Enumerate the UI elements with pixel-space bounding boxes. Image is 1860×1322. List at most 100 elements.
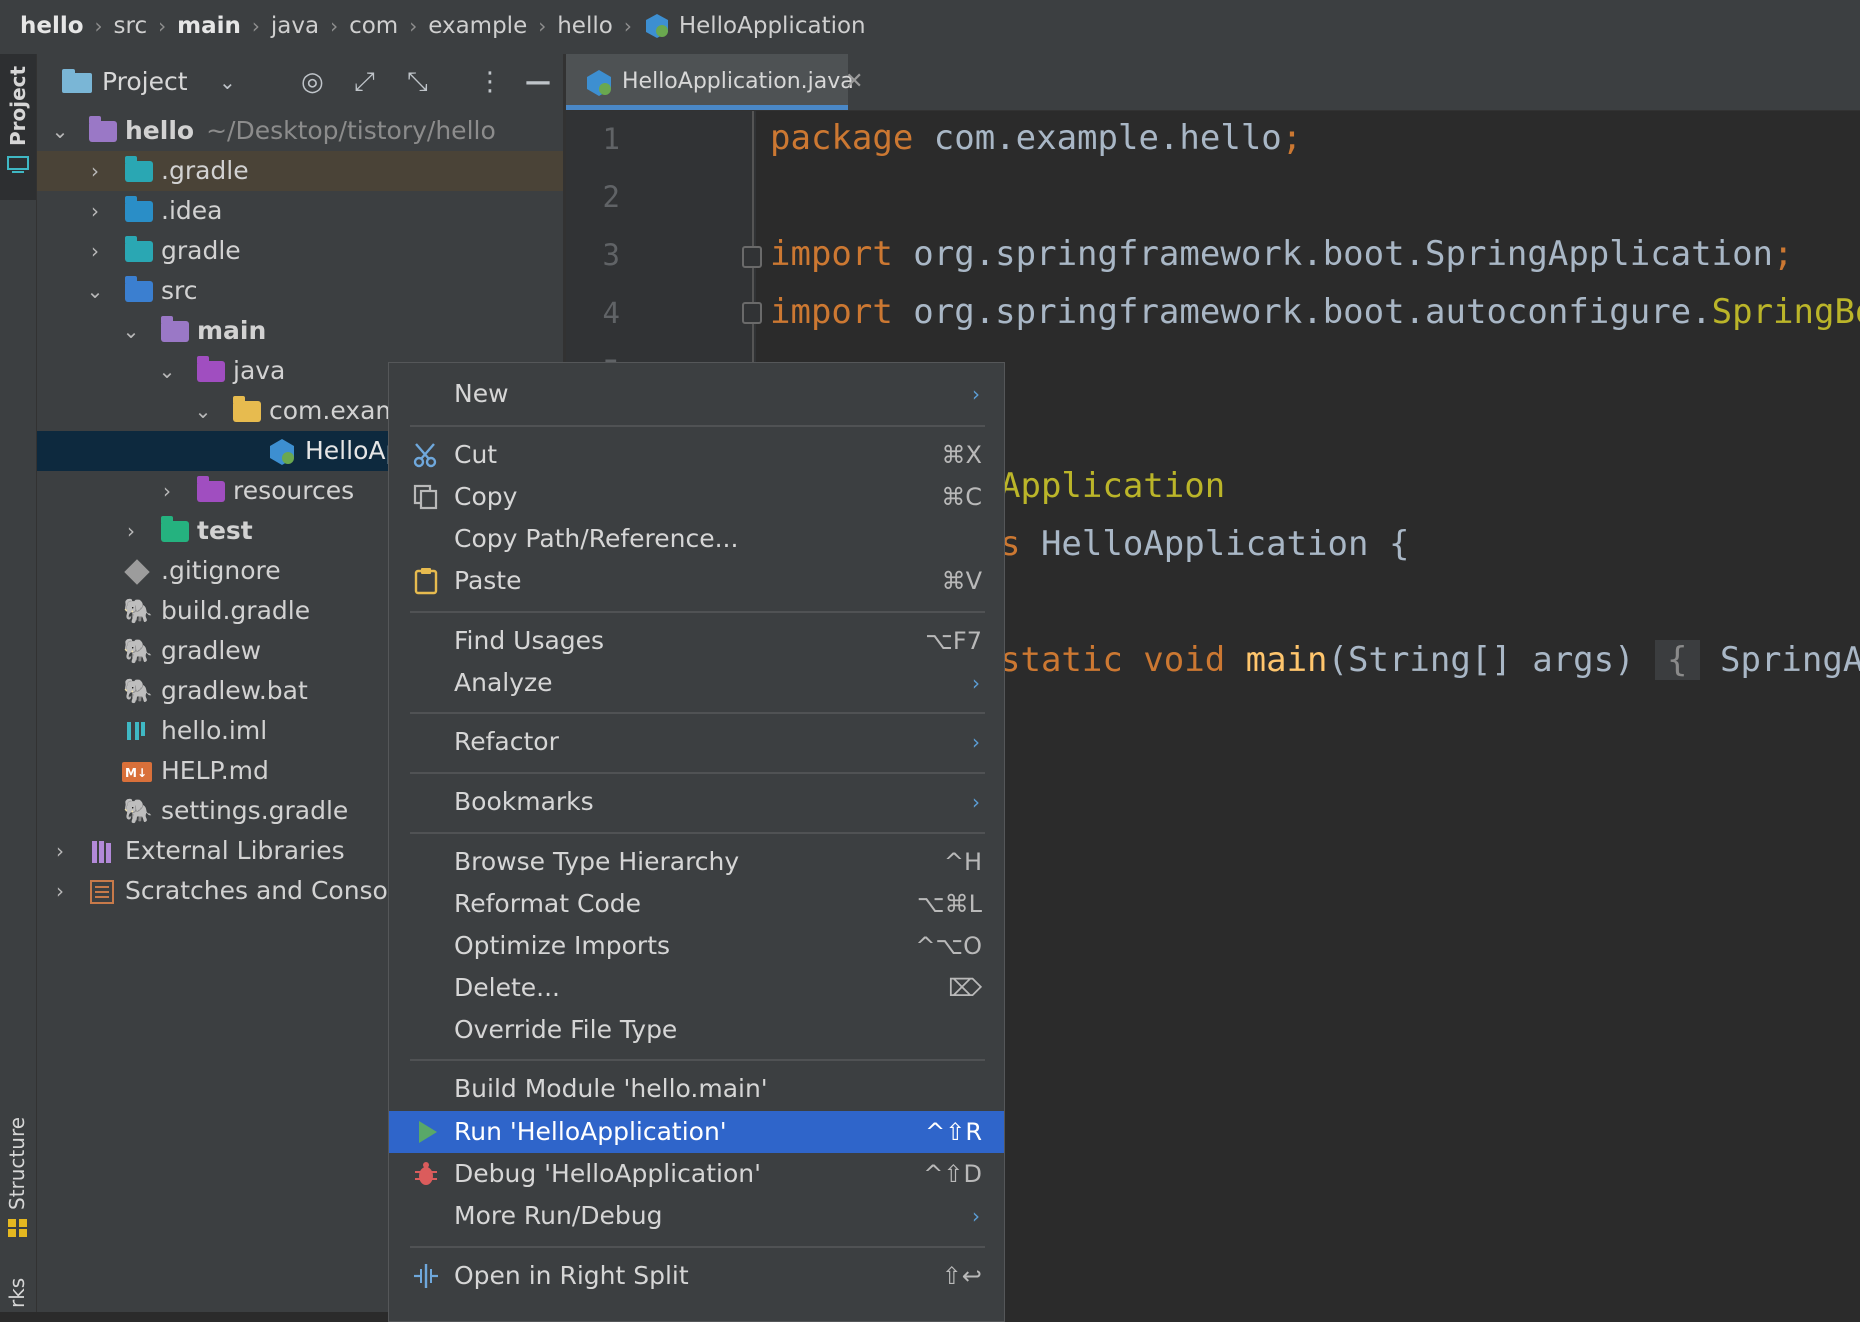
chevron-right-icon[interactable]: › (156, 471, 178, 511)
menu-item-open-right-split[interactable]: Open in Right Split ⇧↩ (389, 1255, 1004, 1297)
menu-item-copy-path[interactable]: Copy Path/Reference... (389, 518, 1004, 560)
code-text: (String[] args) (1327, 640, 1656, 680)
breadcrumb-item-src[interactable]: src (114, 13, 148, 39)
submenu-arrow-icon: › (972, 790, 980, 814)
fold-marker-icon[interactable] (742, 302, 762, 324)
menu-item-refactor[interactable]: Refactor › (389, 721, 1004, 763)
locate-file-icon[interactable]: ◎ (301, 54, 324, 110)
code-line-1: package com.example.hello; (770, 118, 1302, 158)
more-options-icon[interactable]: ⋮ (477, 54, 503, 110)
chevron-down-icon[interactable]: ⌄ (49, 111, 71, 151)
menu-item-label: Refactor (454, 727, 559, 756)
menu-item-label: Analyze (454, 668, 553, 697)
breadcrumb-item-hello[interactable]: hello (20, 13, 84, 39)
debug-bug-icon (415, 1162, 437, 1185)
menu-item-label: More Run/Debug (454, 1201, 663, 1230)
close-icon[interactable]: ✕ (845, 54, 863, 110)
menu-item-build-module[interactable]: Build Module 'hello.main' (389, 1068, 1004, 1110)
tree-item-gradle[interactable]: › gradle (37, 231, 563, 271)
menu-item-run[interactable]: Run 'HelloApplication' ^⇧R (389, 1111, 1004, 1153)
tree-label: java (233, 356, 286, 385)
menu-item-copy[interactable]: Copy ⌘C (389, 476, 1004, 518)
menu-item-label: Reformat Code (454, 889, 641, 918)
menu-separator (410, 425, 985, 427)
tree-item-idea[interactable]: › .idea (37, 191, 563, 231)
tree-label: hello (125, 116, 195, 145)
tree-label: .gitignore (161, 556, 281, 585)
code-text: com.example.hello (913, 118, 1282, 158)
expand-all-icon[interactable]: ⤢ (354, 54, 375, 110)
tree-label: src (161, 276, 198, 305)
menu-item-debug[interactable]: Debug 'HelloApplication' ^⇧D (389, 1153, 1004, 1195)
code-text: org.springframework.boot.SpringApplicati… (892, 234, 1774, 274)
menu-item-reformat-code[interactable]: Reformat Code ⌥⌘L (389, 883, 1004, 925)
breadcrumb-item-hello-pkg[interactable]: hello (557, 13, 613, 39)
menu-item-more-run-debug[interactable]: More Run/Debug › (389, 1195, 1004, 1237)
spring-class-icon (270, 439, 294, 465)
package-folder-icon (233, 396, 261, 422)
chevron-right-icon[interactable]: › (84, 191, 106, 231)
code-keyword: import (770, 292, 893, 332)
menu-item-optimize-imports[interactable]: Optimize Imports ^⌥O (389, 925, 1004, 967)
collapse-all-icon[interactable]: ⤡ (407, 54, 428, 110)
tree-item-main[interactable]: ⌄ main (37, 311, 563, 351)
tree-label: gradlew (161, 636, 262, 665)
code-text: org.springframework.boot.autoconfigure. (892, 292, 1712, 332)
markdown-file-icon: M↓ (122, 762, 152, 782)
hide-panel-icon[interactable]: — (525, 54, 551, 110)
spring-class-icon (587, 70, 611, 96)
menu-item-label: Open in Right Split (454, 1261, 689, 1290)
gradle-folder-icon (125, 236, 153, 262)
panel-title[interactable]: Project (102, 54, 188, 110)
chevron-right-icon[interactable]: › (84, 231, 106, 271)
chevron-right-icon[interactable]: › (84, 151, 106, 191)
menu-item-paste[interactable]: Paste ⌘V (389, 560, 1004, 602)
chevron-right-icon[interactable]: › (49, 871, 71, 911)
chevron-down-icon[interactable]: ⌄ (84, 271, 106, 311)
menu-item-analyze[interactable]: Analyze › (389, 662, 1004, 704)
menu-item-new[interactable]: New › (389, 373, 1004, 415)
code-keyword: package (770, 118, 914, 158)
scissors-icon (413, 443, 437, 468)
bookmarks-tool-label[interactable]: rks (5, 1278, 29, 1308)
menu-item-delete[interactable]: Delete... ⌦ (389, 967, 1004, 1009)
menu-item-override-file-type[interactable]: Override File Type (389, 1009, 1004, 1051)
chevron-down-icon[interactable]: ⌄ (120, 311, 142, 351)
code-line-3: import org.springframework.boot.SpringAp… (770, 234, 1794, 274)
tree-label: gradlew.bat (161, 676, 308, 705)
menu-item-cut[interactable]: Cut ⌘X (389, 434, 1004, 476)
submenu-arrow-icon: › (972, 671, 980, 695)
menu-item-label: Paste (454, 566, 522, 595)
menu-shortcut: ^⇧R (925, 1118, 982, 1146)
code-semicolon: ; (1281, 118, 1303, 158)
tree-label: HELP.md (161, 756, 269, 785)
chevron-down-icon[interactable]: ⌄ (219, 54, 236, 110)
idea-folder-icon (125, 196, 153, 222)
project-tool-label[interactable]: Project (6, 66, 30, 146)
tree-item-hello[interactable]: ⌄ hello ~/Desktop/tistory/hello (37, 111, 563, 151)
chevron-right-icon[interactable]: › (49, 831, 71, 871)
fold-marker-icon[interactable] (742, 246, 762, 268)
tree-item-src[interactable]: ⌄ src (37, 271, 563, 311)
tree-label: resources (233, 476, 355, 505)
tree-item-dot-gradle[interactable]: › .gradle (37, 151, 563, 191)
chevron-right-icon[interactable]: › (120, 511, 142, 551)
menu-item-browse-type-hierarchy[interactable]: Browse Type Hierarchy ^H (389, 841, 1004, 883)
submenu-arrow-icon: › (972, 1204, 980, 1228)
menu-shortcut: ^⌥O (915, 932, 982, 960)
breadcrumb-item-java[interactable]: java (271, 13, 319, 39)
breadcrumb-item-com[interactable]: com (349, 13, 398, 39)
breadcrumb-item-helloapplication[interactable]: HelloApplication (679, 13, 866, 39)
breadcrumb-item-example[interactable]: example (428, 13, 527, 39)
folded-block[interactable]: { (1655, 640, 1700, 680)
line-number: 1 (602, 122, 620, 156)
chevron-down-icon[interactable]: ⌄ (156, 351, 178, 391)
breadcrumb-item-main[interactable]: main (177, 13, 241, 39)
tab-label[interactable]: HelloApplication.java (622, 54, 854, 110)
chevron-down-icon[interactable]: ⌄ (192, 391, 214, 431)
line-number: 4 (602, 296, 620, 330)
breadcrumb: hello › src › main › java › com › example › he… (20, 0, 866, 52)
menu-item-find-usages[interactable]: Find Usages ⌥F7 (389, 620, 1004, 662)
menu-item-bookmarks[interactable]: Bookmarks › (389, 781, 1004, 823)
structure-tool-label[interactable]: Structure (5, 1117, 29, 1210)
